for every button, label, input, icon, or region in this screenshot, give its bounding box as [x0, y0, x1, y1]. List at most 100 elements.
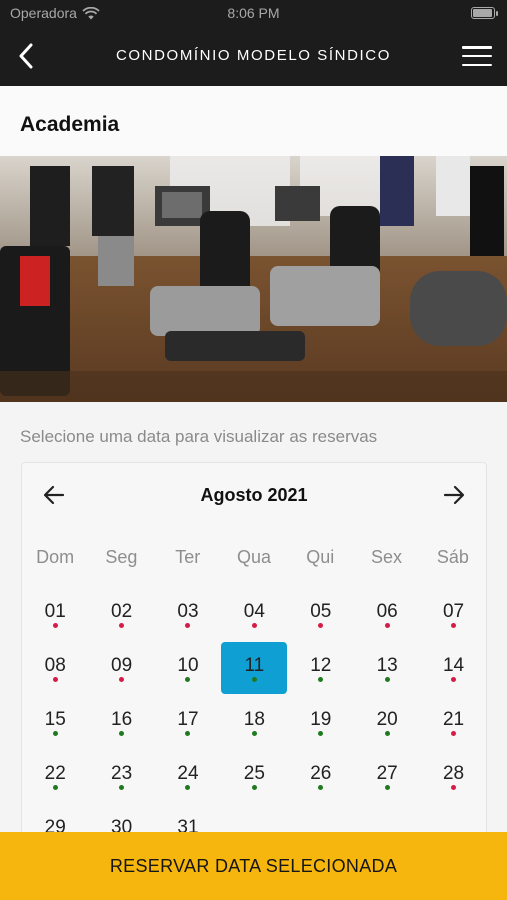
- next-month-button[interactable]: [438, 479, 470, 511]
- page-title: Academia: [20, 113, 120, 136]
- calendar-day-number: 21: [442, 709, 465, 730]
- gym-photo-illustration: [0, 156, 507, 402]
- calendar-day[interactable]: 10: [155, 641, 221, 695]
- availability-dot: [318, 785, 324, 790]
- hamburger-menu-icon: [462, 46, 492, 49]
- calendar-day-number: 14: [442, 655, 465, 676]
- calendar-day-number: 06: [376, 601, 398, 622]
- availability-dot: [52, 785, 58, 790]
- calendar-day-number: 07: [442, 601, 465, 622]
- weekday-label: Ter: [175, 547, 201, 567]
- gym-photo: [0, 156, 507, 402]
- weekday-label: Sex: [371, 547, 403, 567]
- availability-dot: [52, 623, 58, 628]
- availability-dot: [251, 677, 257, 682]
- reserve-selected-date-button[interactable]: RESERVAR DATA SELECIONADA: [0, 832, 507, 900]
- back-button[interactable]: [10, 40, 42, 72]
- calendar-day[interactable]: 15: [22, 695, 88, 749]
- calendar-day-number: 18: [243, 709, 265, 730]
- app-title: CONDOMÍNIO MODELO SÍNDICO: [115, 47, 391, 64]
- calendar-day-number: 22: [44, 763, 66, 784]
- calendar-day[interactable]: 07: [420, 587, 486, 641]
- availability-dot: [251, 623, 257, 628]
- calendar-day[interactable]: 27: [354, 749, 420, 803]
- calendar-day[interactable]: 05: [288, 587, 354, 641]
- calendar-day[interactable]: 24: [155, 749, 221, 803]
- calendar-day-number: 02: [111, 601, 133, 622]
- calendar-day[interactable]: 21: [420, 695, 486, 749]
- day-grid: 01 02 03 04 05 06 07 08 09 10 11 12 13 14 15 16 17 18 19 20…: [22, 587, 486, 857]
- calendar-day[interactable]: 19: [288, 695, 354, 749]
- calendar-day[interactable]: 16: [88, 695, 154, 749]
- availability-dot: [52, 731, 58, 736]
- select-date-hint: Selecione uma data para visualizar as re…: [20, 427, 378, 446]
- calendar-day[interactable]: 28: [420, 749, 486, 803]
- calendar-day-number: 24: [177, 763, 199, 784]
- availability-dot: [384, 623, 390, 628]
- calendar-day-number: 28: [442, 763, 465, 784]
- calendar-day[interactable]: 04: [221, 587, 287, 641]
- calendar-day[interactable]: 18: [221, 695, 287, 749]
- calendar-day-number: 26: [310, 763, 332, 784]
- chevron-left-icon: [19, 43, 33, 69]
- availability-dot: [185, 731, 191, 736]
- calendar-day[interactable]: 12: [288, 641, 354, 695]
- weekday-row: Dom Seg Ter Qua Qui Sex Sáb: [22, 547, 486, 568]
- calendar-day-number: 25: [243, 763, 265, 784]
- calendar-day[interactable]: 01: [22, 587, 88, 641]
- calendar-day-number: 12: [310, 655, 332, 676]
- calendar-day[interactable]: 25: [221, 749, 287, 803]
- availability-dot: [451, 785, 457, 790]
- availability-dot: [384, 785, 390, 790]
- calendar-day[interactable]: 03: [155, 587, 221, 641]
- calendar-day-number: 23: [111, 763, 133, 784]
- calendar-day-number: 03: [177, 601, 199, 622]
- availability-dot: [318, 623, 324, 628]
- calendar-day[interactable]: 22: [22, 749, 88, 803]
- calendar-day-number: 17: [177, 709, 199, 730]
- availability-dot: [251, 785, 257, 790]
- availability-dot: [451, 731, 457, 736]
- calendar-header: Agosto 2021: [22, 463, 486, 527]
- calendar-day-number: 10: [177, 655, 199, 676]
- calendar-day-number: 15: [44, 709, 66, 730]
- calendar: Agosto 2021 Dom Seg Ter Qua Qui Sex Sáb …: [21, 462, 487, 862]
- availability-dot: [119, 677, 125, 682]
- availability-dot: [119, 623, 125, 628]
- calendar-day[interactable]: 20: [354, 695, 420, 749]
- calendar-day-number: 08: [44, 655, 66, 676]
- calendar-day[interactable]: 26: [288, 749, 354, 803]
- status-time: 8:06 PM: [227, 5, 280, 21]
- calendar-day-number: 16: [111, 709, 133, 730]
- calendar-day[interactable]: 17: [155, 695, 221, 749]
- status-bar: Operadora 8:06 PM: [0, 0, 507, 26]
- calendar-day[interactable]: 14: [420, 641, 486, 695]
- calendar-day[interactable]: 08: [22, 641, 88, 695]
- calendar-day-number: 01: [44, 601, 66, 622]
- calendar-day-number: 05: [310, 601, 332, 622]
- availability-dot: [251, 731, 257, 736]
- calendar-day-selected[interactable]: 11: [221, 641, 288, 695]
- availability-dot: [384, 731, 390, 736]
- battery-icon: [471, 7, 498, 19]
- calendar-day[interactable]: 13: [354, 641, 420, 695]
- calendar-day-number: 13: [376, 655, 398, 676]
- calendar-day-number: 09: [111, 655, 133, 676]
- calendar-day-number: 20: [376, 709, 398, 730]
- menu-button[interactable]: [461, 42, 493, 70]
- availability-dot: [185, 785, 191, 790]
- calendar-day[interactable]: 02: [88, 587, 154, 641]
- weekday-label: Qua: [236, 547, 271, 567]
- calendar-day[interactable]: 09: [88, 641, 154, 695]
- availability-dot: [451, 677, 457, 682]
- calendar-day-number: 19: [310, 709, 332, 730]
- availability-dot: [119, 731, 125, 736]
- arrow-right-icon: [443, 485, 465, 505]
- calendar-day-number: 04: [243, 601, 265, 622]
- calendar-day[interactable]: 23: [88, 749, 154, 803]
- weekday-label: Sáb: [436, 547, 469, 567]
- availability-dot: [451, 623, 457, 628]
- availability-dot: [52, 677, 58, 682]
- calendar-day[interactable]: 06: [354, 587, 420, 641]
- availability-dot: [185, 623, 191, 628]
